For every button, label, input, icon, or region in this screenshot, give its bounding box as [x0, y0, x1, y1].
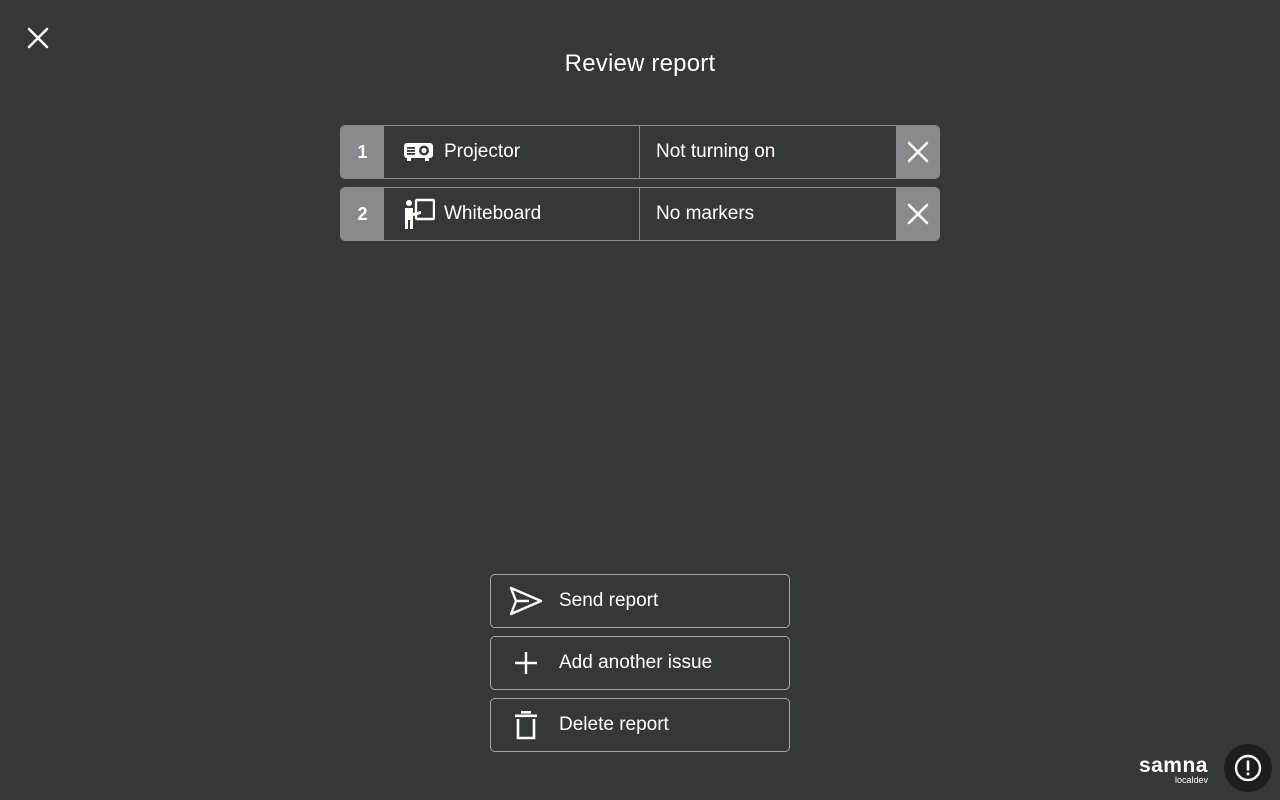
- page-title: Review report: [564, 50, 716, 77]
- add-issue-button[interactable]: Add another issue: [490, 636, 790, 690]
- alert-icon: [1234, 754, 1262, 782]
- delete-report-label: Delete report: [559, 714, 669, 735]
- remove-issue-button[interactable]: [896, 188, 939, 240]
- issue-number: 1: [341, 126, 384, 178]
- send-icon: [508, 583, 544, 619]
- remove-issue-button[interactable]: [896, 126, 939, 178]
- report-actions: Send report Add another issue Delete rep…: [490, 574, 790, 760]
- close-icon: [27, 27, 49, 49]
- issue-problem[interactable]: No markers: [640, 188, 896, 240]
- issue-row: 1 Projector Not turning on: [340, 125, 940, 179]
- issue-item[interactable]: Whiteboard: [384, 188, 640, 240]
- projector-icon: [402, 135, 436, 169]
- issue-item-label: Projector: [444, 141, 521, 162]
- issue-number: 2: [341, 188, 384, 240]
- issue-item-label: Whiteboard: [444, 203, 542, 224]
- close-icon: [907, 141, 928, 163]
- close-icon: [907, 203, 928, 225]
- issue-row: 2 Whiteboard No markers: [340, 187, 940, 241]
- send-report-label: Send report: [559, 590, 659, 611]
- issue-problem[interactable]: Not turning on: [640, 126, 896, 178]
- plus-icon: [508, 645, 544, 681]
- alert-button[interactable]: [1224, 744, 1272, 792]
- trash-icon: [508, 707, 544, 743]
- brand-logo: samna localdev: [1130, 754, 1208, 786]
- add-issue-label: Add another issue: [559, 652, 713, 673]
- brand-name: samna: [1138, 754, 1208, 777]
- delete-report-button[interactable]: Delete report: [490, 698, 790, 752]
- send-report-button[interactable]: Send report: [490, 574, 790, 628]
- issue-list: 1 Projector Not turning on 2 Whiteboard …: [340, 125, 940, 249]
- whiteboard-presenter-icon: [402, 197, 436, 231]
- issue-item[interactable]: Projector: [384, 126, 640, 178]
